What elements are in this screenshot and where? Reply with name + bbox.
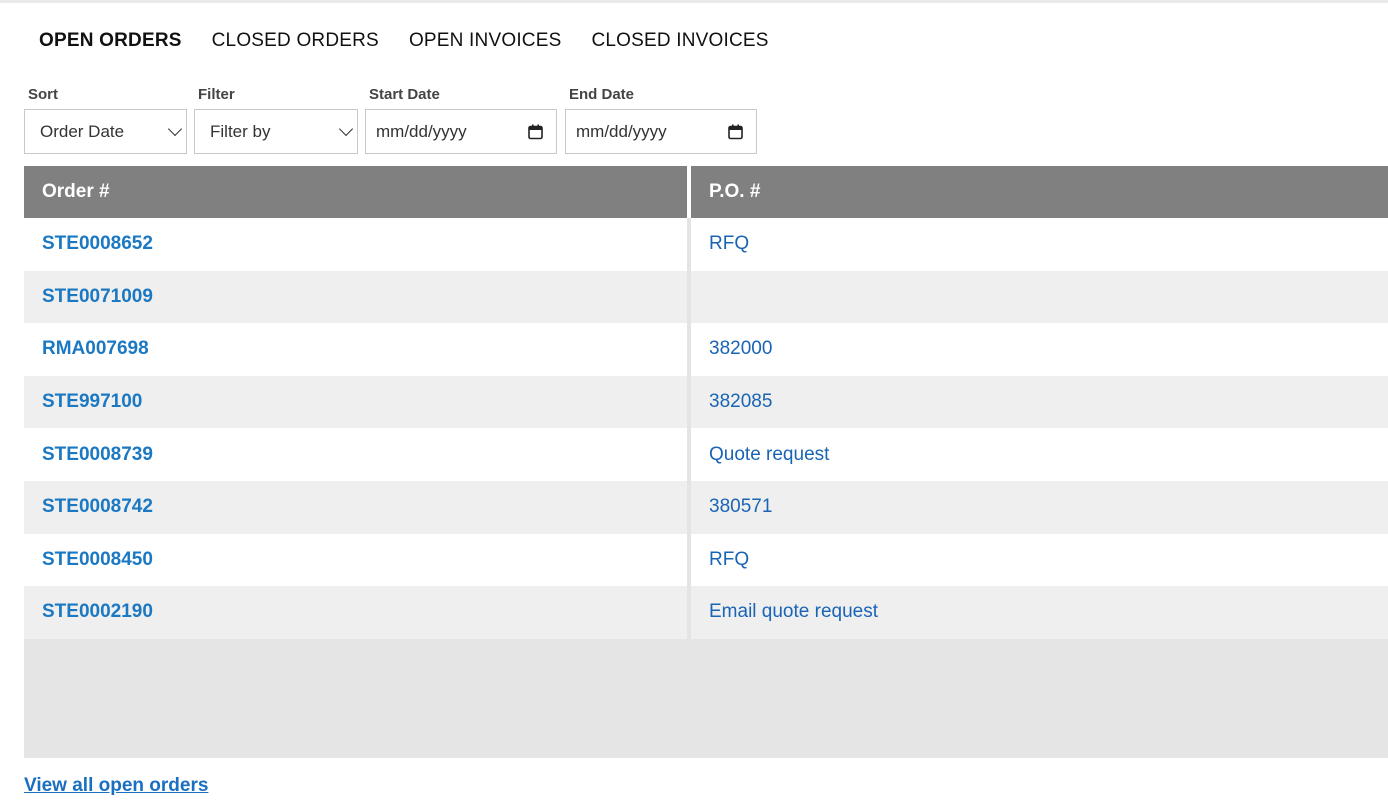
start-date-label: Start Date bbox=[369, 86, 440, 103]
table-row: RMA007698 382000 bbox=[24, 323, 1388, 376]
order-number-link[interactable]: STE0002190 bbox=[24, 586, 687, 639]
order-tabs: OPEN ORDERS CLOSED ORDERS OPEN INVOICES … bbox=[39, 30, 799, 52]
tab-open-invoices[interactable]: OPEN INVOICES bbox=[409, 30, 562, 52]
table-row: STE0008742 380571 bbox=[24, 480, 1388, 534]
start-date-value: mm/dd/yyyy bbox=[376, 121, 467, 141]
table-row: STE0008652 RFQ bbox=[24, 218, 1388, 271]
view-all-open-orders-link[interactable]: View all open orders bbox=[24, 775, 208, 797]
chevron-down-icon bbox=[167, 121, 183, 137]
table-header: Order # P.O. # bbox=[24, 166, 1388, 218]
order-number-link[interactable]: STE0008652 bbox=[24, 218, 687, 271]
po-number: Quote request bbox=[709, 443, 830, 465]
po-number: 382085 bbox=[709, 391, 773, 413]
po-number: Email quote request bbox=[709, 601, 878, 623]
calendar-icon[interactable] bbox=[528, 124, 543, 140]
sort-label: Sort bbox=[28, 86, 58, 103]
filter-group: Filter Filter by bbox=[194, 86, 358, 154]
start-date-group: Start Date mm/dd/yyyy bbox=[365, 86, 557, 154]
po-number: 382000 bbox=[709, 338, 773, 360]
po-number: RFQ bbox=[709, 233, 750, 255]
sort-select[interactable]: Order Date bbox=[24, 109, 187, 154]
column-header-order[interactable]: Order # bbox=[24, 166, 687, 218]
end-date-input[interactable]: mm/dd/yyyy bbox=[565, 109, 757, 154]
tab-closed-invoices[interactable]: CLOSED INVOICES bbox=[591, 30, 768, 52]
filter-value: Filter by bbox=[210, 121, 271, 141]
order-number-link[interactable]: STE0008742 bbox=[24, 481, 687, 534]
chevron-down-icon bbox=[338, 121, 354, 137]
table-row: STE997100 382085 bbox=[24, 375, 1388, 429]
order-number-link[interactable]: STE0008450 bbox=[24, 534, 687, 587]
po-number: 380571 bbox=[709, 496, 773, 518]
tab-closed-orders[interactable]: CLOSED ORDERS bbox=[212, 30, 379, 52]
sort-value: Order Date bbox=[40, 121, 125, 141]
end-date-label: End Date bbox=[569, 86, 635, 103]
table-row: STE0008739 Quote request bbox=[24, 428, 1388, 481]
order-number-link[interactable]: STE0008739 bbox=[24, 428, 687, 481]
order-number-link[interactable]: RMA007698 bbox=[24, 323, 687, 376]
orders-table: Order # P.O. # STE0008652 RFQ STE0071009… bbox=[24, 166, 1388, 758]
start-date-input[interactable]: mm/dd/yyyy bbox=[365, 109, 557, 154]
filter-select[interactable]: Filter by bbox=[194, 109, 358, 154]
filter-label: Filter bbox=[198, 86, 235, 103]
tab-open-orders[interactable]: OPEN ORDERS bbox=[39, 30, 182, 52]
calendar-icon[interactable] bbox=[728, 124, 743, 140]
table-row: STE0002190 Email quote request bbox=[24, 586, 1388, 639]
end-date-group: End Date mm/dd/yyyy bbox=[565, 86, 757, 154]
order-number-link[interactable]: STE0071009 bbox=[24, 271, 687, 324]
table-empty-area bbox=[24, 638, 1388, 758]
order-number-link[interactable]: STE997100 bbox=[24, 376, 687, 429]
table-row: STE0071009 bbox=[24, 270, 1388, 324]
table-row: STE0008450 RFQ bbox=[24, 533, 1388, 587]
sort-group: Sort Order Date bbox=[24, 86, 187, 154]
top-divider bbox=[0, 0, 1388, 3]
end-date-value: mm/dd/yyyy bbox=[576, 121, 667, 141]
po-number bbox=[691, 271, 1388, 324]
column-header-po[interactable]: P.O. # bbox=[691, 166, 1388, 218]
po-number: RFQ bbox=[709, 548, 750, 570]
